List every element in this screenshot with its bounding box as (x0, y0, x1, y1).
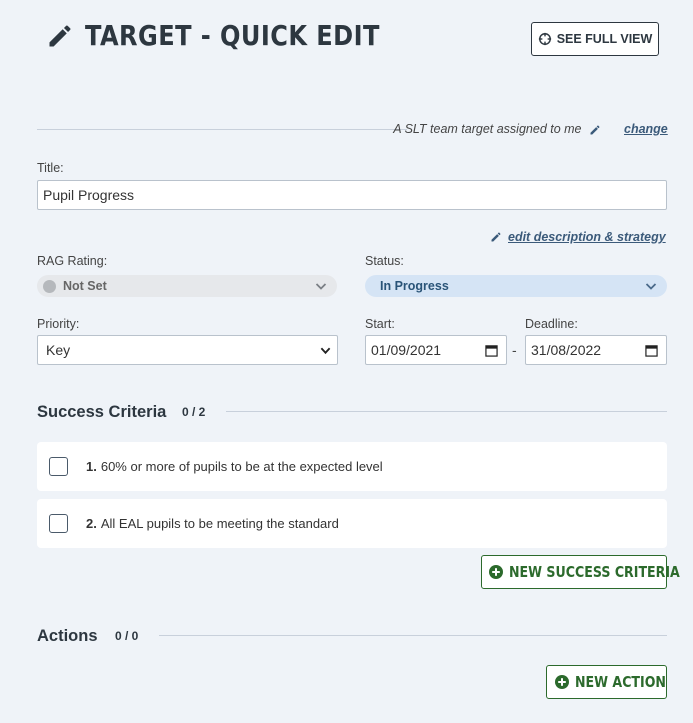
criteria-text: 2. All EAL pupils to be meeting the stand… (86, 516, 339, 531)
rag-status-dot (43, 279, 56, 293)
status-select[interactable]: In Progress (365, 275, 667, 297)
criteria-number: 1. (86, 459, 97, 474)
criteria-checkbox[interactable] (49, 457, 68, 476)
actions-divider (159, 635, 667, 636)
pencil-icon (491, 232, 501, 242)
rag-rating-value: Not Set (63, 279, 107, 293)
start-date-input[interactable]: 01/09/2021 (365, 335, 507, 365)
title-input[interactable] (37, 180, 667, 210)
chevron-down-icon (320, 347, 331, 355)
edit-description-label: edit description & strategy (508, 230, 666, 244)
see-full-view-button[interactable]: SEE FULL VIEW (531, 22, 659, 56)
see-full-view-label: SEE FULL VIEW (556, 32, 653, 46)
plus-circle-icon (554, 675, 569, 689)
date-separator: - (512, 342, 517, 358)
page-title: TARGET - QUICK EDIT (85, 19, 380, 52)
pencil-icon (49, 25, 71, 47)
priority-value: Key (46, 342, 71, 358)
priority-select[interactable]: Key (37, 335, 338, 365)
chevron-down-icon (315, 283, 327, 290)
start-date-value: 01/09/2021 (371, 342, 442, 358)
chevron-down-icon (645, 283, 657, 290)
criteria-number: 2. (86, 516, 97, 531)
status-label: Status: (365, 254, 404, 268)
change-assignment-link[interactable]: change (624, 120, 668, 138)
assignment-description: A SLT team target assigned to me (393, 122, 582, 136)
status-value: In Progress (380, 279, 449, 293)
rag-rating-label: RAG Rating: (37, 254, 108, 268)
calendar-icon (645, 345, 658, 357)
plus-circle-icon (489, 565, 503, 579)
success-criteria-divider (226, 411, 667, 412)
new-action-label: NEW ACTION (574, 673, 666, 691)
new-success-criteria-button[interactable]: NEW SUCCESS CRITERIA (481, 555, 680, 589)
actions-heading: Actions (37, 627, 98, 645)
pencil-icon (590, 125, 600, 135)
assignment-text: A SLT team target assigned to me (393, 120, 601, 138)
deadline-label: Deadline: (525, 317, 578, 331)
success-criteria-item: 2. All EAL pupils to be meeting the stand… (37, 499, 667, 548)
rag-rating-select[interactable]: Not Set (37, 275, 337, 297)
criteria-description: 60% or more of pupils to be at the expec… (100, 459, 383, 474)
assignment-divider (37, 129, 407, 130)
success-criteria-count: 0 / 2 (182, 405, 206, 419)
criteria-text: 1. 60% or more of pupils to be at the exp… (86, 459, 383, 474)
success-criteria-item: 1. 60% or more of pupils to be at the exp… (37, 442, 667, 491)
actions-count: 0 / 0 (115, 629, 139, 643)
new-success-criteria-label: NEW SUCCESS CRITERIA (509, 563, 680, 581)
title-label: Title: (37, 161, 64, 175)
success-criteria-heading: Success Criteria (37, 403, 167, 421)
start-label: Start: (365, 317, 395, 331)
priority-label: Priority: (37, 317, 80, 331)
deadline-date-input[interactable]: 31/08/2022 (525, 335, 667, 365)
deadline-date-value: 31/08/2022 (531, 342, 602, 358)
new-action-button[interactable]: NEW ACTION (546, 665, 667, 699)
criteria-checkbox[interactable] (49, 514, 68, 533)
edit-description-link[interactable]: edit description & strategy (490, 228, 666, 246)
crosshair-icon (538, 32, 551, 46)
calendar-icon (485, 345, 498, 357)
criteria-description: All EAL pupils to be meeting the standar… (100, 516, 339, 531)
